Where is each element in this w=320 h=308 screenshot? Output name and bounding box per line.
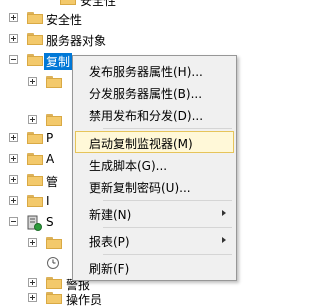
folder-icon [27, 174, 43, 186]
tree-node-label: 管 [46, 175, 59, 189]
folder-icon [27, 132, 43, 144]
menu-separator [103, 200, 232, 201]
expand-icon[interactable] [9, 133, 18, 142]
expand-icon[interactable] [28, 238, 37, 247]
expand-icon[interactable] [9, 175, 18, 184]
expand-icon[interactable] [28, 278, 37, 287]
expand-icon[interactable] [9, 196, 18, 205]
menu-separator [103, 254, 232, 255]
tree-node-operators[interactable]: 操作员 [0, 289, 242, 308]
context-menu: 发布服务器属性(H)... 分发服务器属性(B)... 禁用发布和分发(D)..… [72, 55, 237, 281]
submenu-arrow-icon [222, 237, 226, 243]
tree-node-label: S [46, 215, 54, 229]
submenu-arrow-icon [222, 210, 226, 216]
tree-node-label: 服务器对象 [46, 34, 107, 48]
menu-item-refresh[interactable]: 刷新(F) [75, 256, 234, 278]
tree-node-partial[interactable]: 安全性 [0, 0, 242, 9]
menu-item-distributor-properties[interactable]: 分发服务器属性(B)... [75, 81, 234, 103]
folder-icon [27, 153, 43, 165]
expand-icon[interactable] [9, 13, 18, 22]
folder-icon [60, 0, 76, 5]
tree-node-label: 安全性 [46, 13, 83, 27]
tree-node-label: A [46, 152, 55, 166]
folder-icon [46, 292, 62, 304]
folder-icon [46, 237, 62, 249]
folder-icon [27, 33, 43, 45]
folder-icon [27, 12, 43, 24]
collapse-icon[interactable] [9, 217, 18, 226]
folder-icon [27, 195, 43, 207]
menu-item-new[interactable]: 新建(N) [75, 202, 234, 224]
menu-item-disable-publishing[interactable]: 禁用发布和分发(D)... [75, 103, 234, 125]
tree-node-label: I [46, 194, 50, 208]
tree-node-server-objects[interactable]: 服务器对象 [0, 30, 242, 49]
folder-icon [46, 114, 62, 126]
tree-node-label: 操作员 [66, 293, 103, 307]
menu-item-generate-scripts[interactable]: 生成脚本(G)... [75, 153, 234, 175]
sql-agent-icon [27, 215, 42, 231]
menu-separator [103, 227, 232, 228]
tree-node-label: 安全性 [80, 0, 117, 8]
menu-item-update-passwords[interactable]: 更新复制密码(U)... [75, 175, 234, 197]
expand-icon[interactable] [28, 293, 37, 302]
expand-icon[interactable] [28, 115, 37, 124]
collapse-icon[interactable] [9, 55, 18, 64]
expand-icon[interactable] [9, 34, 18, 43]
folder-icon [46, 76, 62, 88]
folder-icon [27, 54, 43, 66]
menu-separator [103, 128, 232, 129]
menu-item-publisher-properties[interactable]: 发布服务器属性(H)... [75, 59, 234, 81]
tree-node-label: 复制 [44, 53, 73, 70]
menu-item-reports[interactable]: 报表(P) [75, 229, 234, 251]
tree-node-label: P [46, 131, 54, 145]
tree-node-security[interactable]: 安全性 [0, 9, 242, 28]
menu-item-launch-replication-monitor[interactable]: 启动复制监视器(M) [75, 131, 234, 153]
expand-icon[interactable] [28, 77, 37, 86]
clock-icon [47, 257, 59, 269]
expand-icon[interactable] [9, 154, 18, 163]
folder-icon [46, 277, 62, 289]
